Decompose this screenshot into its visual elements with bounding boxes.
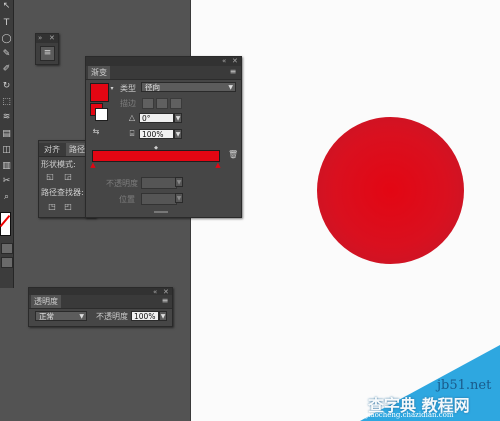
location-input[interactable] — [141, 193, 177, 205]
gradient-slider[interactable] — [92, 150, 220, 162]
brush-tool-icon[interactable]: ✎ — [1, 49, 12, 60]
slice-tool-icon[interactable]: ✂ — [1, 176, 12, 187]
collapse-icon[interactable]: « — [222, 58, 226, 65]
rotate-tool-icon[interactable]: ↻ — [1, 81, 12, 92]
close-icon[interactable]: ✕ — [232, 58, 238, 65]
opacity-label: 不透明度 — [96, 312, 128, 321]
tab-align[interactable]: 对齐 — [41, 143, 63, 156]
opacity-dropdown-button[interactable]: ▼ — [159, 311, 167, 321]
collapsed-panel-titlebar: » ✕ — [36, 34, 58, 43]
gradient-preview-swatch[interactable] — [90, 83, 109, 102]
close-icon[interactable]: ✕ — [49, 35, 55, 42]
aspect-ratio-dropdown-button[interactable]: ▼ — [174, 129, 182, 139]
none-color-button[interactable] — [1, 243, 13, 254]
gradient-panel: « ✕ 渐变 ≡ ▾ 类型 径向 ▼ 描边 ⇆ △ 0° ▼ ⌸ 100% ▼ ◆… — [85, 56, 242, 218]
chevron-down-icon: ▼ — [79, 313, 84, 320]
drawing-mode-button[interactable] — [1, 257, 13, 268]
transparency-panel: « ✕ 透明度 ≡ 正常 ▼ 不透明度 100% ▼ — [28, 287, 173, 327]
resize-grip[interactable] — [154, 211, 168, 213]
type-label: 类型 — [120, 84, 136, 93]
gradient-panel-titlebar: « ✕ — [86, 57, 241, 66]
mesh-tool-icon[interactable]: ◫ — [1, 145, 12, 156]
stroke-option-2-icon[interactable] — [156, 98, 168, 109]
opacity-input[interactable]: 100% — [131, 311, 159, 321]
location-dropdown-button[interactable]: ▼ — [175, 193, 183, 203]
preview-dropdown-icon[interactable]: ▾ — [109, 84, 115, 94]
angle-input[interactable]: 0° — [139, 113, 174, 123]
panel-menu-icon[interactable]: ≡ — [160, 296, 170, 306]
tab-transparency[interactable]: 透明度 — [31, 295, 61, 308]
color-stop-left-icon[interactable]: ▲ — [89, 160, 97, 170]
stroke-label: 描边 — [120, 99, 136, 108]
watermark-url: jiaocheng.chazidian.com — [366, 411, 454, 419]
stroke-color-box[interactable] — [95, 108, 108, 121]
pencil-tool-icon[interactable]: ✐ — [1, 64, 12, 75]
panel-menu-icon[interactable]: ≡ — [228, 67, 238, 77]
collapsed-panel: » ✕ ≡ — [35, 33, 59, 65]
angle-icon: △ — [128, 113, 136, 122]
tools-panel: ↖ T ◯ ✎ ✐ ↻ ⬚ ≋ ▤ ◫ ▥ ✂ ⌕ — [0, 0, 14, 288]
type-tool-icon[interactable]: T — [1, 18, 12, 29]
reverse-gradient-icon[interactable]: ⇆ — [91, 127, 101, 137]
scale-tool-icon[interactable]: ⬚ — [1, 97, 12, 108]
location-label: 位置 — [119, 195, 135, 204]
gradient-type-value: 径向 — [145, 83, 160, 92]
direct-selection-tool-icon[interactable]: ↖ — [1, 1, 12, 12]
minus-front-icon[interactable]: ◲ — [63, 172, 73, 182]
zoom-tool-icon[interactable]: ⌕ — [1, 192, 12, 203]
shape-modes-label: 形状模式: — [41, 160, 76, 169]
delete-stop-icon[interactable]: 🗑 — [228, 150, 238, 160]
panel-menu-icon[interactable]: ≡ — [40, 46, 55, 61]
blend-mode-value: 正常 — [39, 312, 54, 321]
opacity-input[interactable] — [141, 177, 177, 189]
gradient-circle[interactable] — [317, 117, 464, 264]
watermark-site: jb51.net — [437, 378, 492, 393]
graph-tool-icon[interactable]: ▥ — [1, 161, 12, 172]
aspect-ratio-icon: ⌸ — [129, 129, 135, 138]
chevron-down-icon: ▼ — [228, 84, 233, 91]
warp-tool-icon[interactable]: ≋ — [1, 112, 12, 123]
opacity-label: 不透明度 — [106, 179, 138, 188]
trim-icon[interactable]: ◰ — [63, 202, 73, 212]
transparency-panel-tabs: 透明度 ≡ — [29, 295, 172, 309]
opacity-dropdown-button[interactable]: ▼ — [175, 177, 183, 187]
unite-icon[interactable]: ◱ — [45, 172, 55, 182]
angle-dropdown-button[interactable]: ▼ — [174, 113, 182, 123]
gradient-type-select[interactable]: 径向 ▼ — [141, 82, 236, 92]
expand-icon[interactable]: » — [38, 35, 42, 42]
divide-icon[interactable]: ◳ — [47, 202, 57, 212]
ellipse-tool-icon[interactable]: ◯ — [1, 34, 12, 45]
tab-gradient[interactable]: 渐变 — [88, 66, 110, 79]
pathfinders-label: 路径查找器: — [41, 188, 84, 197]
aspect-ratio-input[interactable]: 100% — [139, 129, 174, 139]
stroke-option-3-icon[interactable] — [170, 98, 182, 109]
color-stop-right-icon[interactable]: ▲ — [214, 160, 222, 170]
blend-mode-select[interactable]: 正常 ▼ — [35, 311, 87, 321]
gradient-tool-icon[interactable]: ▤ — [1, 129, 12, 140]
gradient-panel-tabs: 渐变 ≡ — [86, 66, 241, 80]
stroke-option-1-icon[interactable] — [142, 98, 154, 109]
